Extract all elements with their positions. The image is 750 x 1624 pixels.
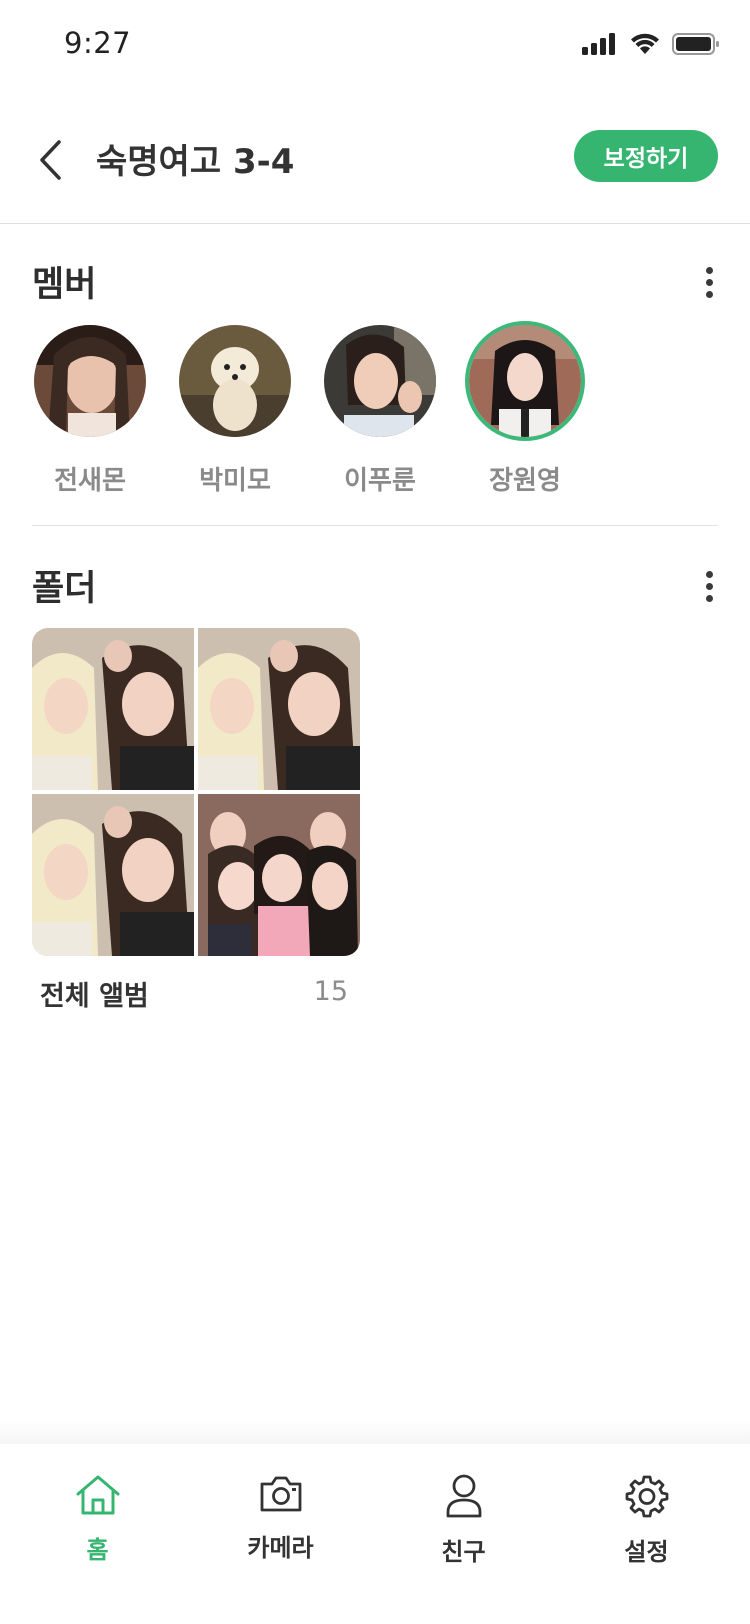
gear-icon bbox=[625, 1475, 668, 1518]
nav-home[interactable]: 홈 bbox=[6, 1444, 189, 1624]
member-item[interactable]: 장원영 bbox=[467, 325, 583, 497]
dot bbox=[705, 266, 713, 274]
nav-label: 친구 bbox=[441, 1538, 486, 1566]
status-bar: 9:27 bbox=[0, 0, 750, 90]
photo-thumbnail bbox=[32, 794, 194, 956]
nav-label: 카메라 bbox=[247, 1534, 314, 1562]
folders-more-button[interactable] bbox=[694, 566, 724, 606]
member-item[interactable]: 전새몬 bbox=[32, 325, 148, 497]
dot bbox=[705, 570, 713, 578]
member-name: 이푸룬 bbox=[344, 466, 416, 496]
wifi-icon bbox=[631, 33, 659, 54]
section-divider bbox=[32, 525, 718, 526]
header: 숙명여고 3-4 보정하기 bbox=[0, 110, 750, 224]
folder-count: 15 bbox=[313, 976, 348, 1007]
member-item[interactable]: 이푸룬 bbox=[322, 325, 438, 497]
status-time: 9:27 bbox=[64, 26, 132, 60]
person-icon bbox=[446, 1474, 481, 1518]
dot bbox=[705, 582, 713, 590]
avatar bbox=[179, 325, 291, 437]
nav-camera[interactable]: 카메라 bbox=[189, 1444, 372, 1624]
folder-name: 전체 앨범 bbox=[40, 981, 149, 1012]
battery-icon bbox=[672, 33, 719, 55]
avatar bbox=[34, 325, 146, 437]
nav-friends[interactable]: 친구 bbox=[372, 1444, 555, 1624]
members-list: 전새몬 박미모 이푸룬 장원영 bbox=[32, 325, 583, 497]
folder-thumbnail-grid bbox=[32, 628, 360, 956]
avatar bbox=[324, 325, 436, 437]
edit-button[interactable]: 보정하기 bbox=[574, 130, 718, 182]
member-name: 전새몬 bbox=[54, 466, 126, 496]
page-title: 숙명여고 3-4 bbox=[96, 142, 295, 182]
avatar-selected bbox=[469, 325, 581, 437]
back-button[interactable] bbox=[28, 132, 72, 188]
member-name: 박미모 bbox=[199, 466, 271, 496]
status-icons bbox=[582, 32, 720, 56]
camera-icon bbox=[260, 1476, 301, 1512]
photo-thumbnail bbox=[32, 628, 194, 790]
members-more-button[interactable] bbox=[694, 262, 724, 302]
member-item[interactable]: 박미모 bbox=[177, 325, 293, 497]
signal-icon bbox=[582, 33, 615, 55]
nav-label: 홈 bbox=[86, 1536, 109, 1564]
folder-card[interactable]: 전체 앨범 15 bbox=[32, 628, 360, 1012]
chevron-left-icon bbox=[40, 140, 61, 180]
dot bbox=[705, 278, 713, 286]
photo-thumbnail bbox=[198, 628, 360, 790]
dot bbox=[705, 290, 713, 298]
members-section-title: 멤버 bbox=[32, 265, 97, 305]
bottom-nav: 홈 카메라 친구 설정 bbox=[0, 1444, 750, 1624]
nav-settings[interactable]: 설정 bbox=[555, 1444, 738, 1624]
dot bbox=[705, 594, 713, 602]
nav-label: 설정 bbox=[624, 1538, 669, 1566]
folders-section-title: 폴더 bbox=[32, 569, 97, 609]
member-name: 장원영 bbox=[489, 466, 561, 496]
home-icon bbox=[76, 1475, 119, 1515]
photo-thumbnail bbox=[198, 794, 360, 956]
bottom-nav-shadow bbox=[0, 1420, 750, 1444]
